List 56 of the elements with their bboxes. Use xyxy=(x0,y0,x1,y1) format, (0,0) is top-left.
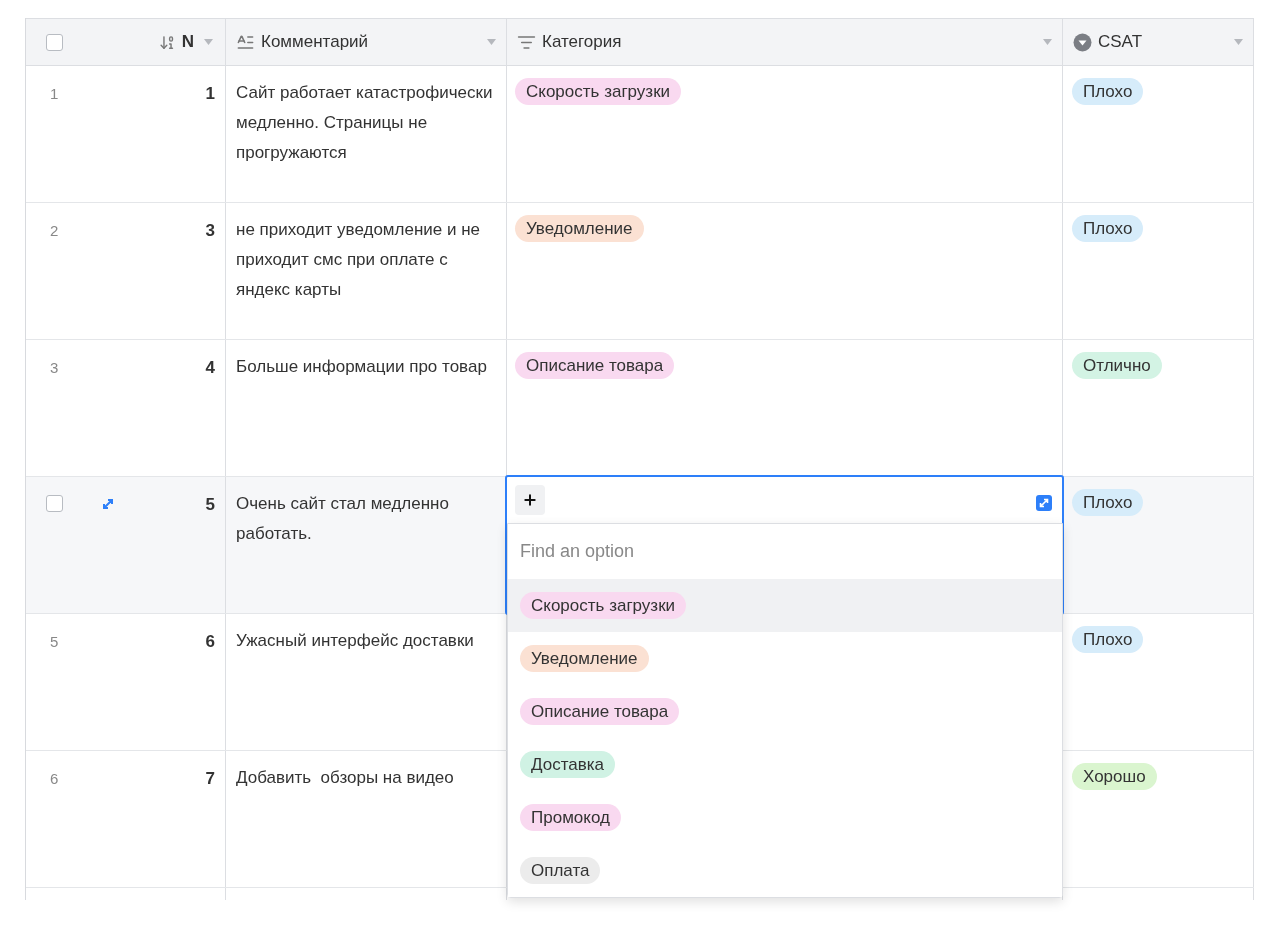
expand-icon[interactable] xyxy=(1036,495,1052,511)
tag: Плохо xyxy=(1072,489,1144,516)
option-item[interactable]: Уведомление xyxy=(508,632,1062,685)
tag: Отлично xyxy=(1072,352,1162,379)
table-cell-text: Больше информации про товар xyxy=(236,356,488,378)
option-item[interactable]: Описание товара xyxy=(508,685,1062,738)
row-number: 2 xyxy=(49,221,59,241)
tag: Промокод xyxy=(520,804,621,831)
checkbox[interactable] xyxy=(46,495,63,512)
option-item[interactable]: Скорость загрузки xyxy=(508,579,1062,632)
row-number: 5 xyxy=(49,632,59,652)
table-cell-text: 7 xyxy=(205,768,215,790)
tag: Хорошо xyxy=(1072,763,1157,790)
table-cell-text: Ужасный интерфейс доставки xyxy=(236,630,475,652)
sort-icon xyxy=(158,33,176,51)
tag: Уведомление xyxy=(515,215,644,242)
caret-icon[interactable] xyxy=(487,39,496,45)
column-header[interactable]: Комментарий xyxy=(261,29,369,55)
table-cell-text: 5 xyxy=(205,494,215,516)
tag: Плохо xyxy=(1072,215,1144,242)
table-cell-text: не приходит уведомление и не приходит смс при оплате с яндекс карты xyxy=(236,219,482,301)
option-item[interactable]: Доставка xyxy=(508,738,1062,791)
tag: Оплата xyxy=(520,857,601,884)
text-field-icon xyxy=(236,32,255,52)
add-button[interactable] xyxy=(515,485,545,515)
table-cell-text: Очень сайт стал медленно работать. xyxy=(236,493,450,545)
plus-icon xyxy=(522,492,538,508)
table-cell-text: Сайт работает катастрофически медленно. Страницы не прогружаются xyxy=(236,82,494,164)
table-cell-text: 4 xyxy=(205,357,215,379)
tag: Скорость загрузки xyxy=(515,78,682,105)
caret-icon[interactable] xyxy=(1234,39,1243,45)
table-cell-text: 1 xyxy=(205,83,215,105)
tag: Описание товара xyxy=(520,698,680,725)
row-number: 6 xyxy=(49,769,59,789)
tag: Плохо xyxy=(1072,626,1144,653)
checkbox[interactable] xyxy=(46,33,63,51)
tag: Уведомление xyxy=(520,645,649,672)
table-cell-text: 6 xyxy=(205,631,215,653)
expand-icon[interactable] xyxy=(101,496,115,511)
row-number: 3 xyxy=(49,358,59,378)
option-item[interactable]: Промокод xyxy=(508,791,1062,844)
option-item[interactable]: Оплата xyxy=(508,844,1062,897)
tag: Доставка xyxy=(520,751,615,778)
table-cell-text: Добавить обзоры на видео xyxy=(236,767,455,789)
search-field[interactable]: Find an option xyxy=(508,524,1062,579)
tag: Скорость загрузки xyxy=(520,592,687,619)
column-header[interactable]: N xyxy=(181,29,194,55)
table-cell-text: 3 xyxy=(205,220,215,242)
tag: Описание товара xyxy=(515,352,675,379)
caret-icon[interactable] xyxy=(204,39,213,45)
tag: Плохо xyxy=(1072,78,1144,105)
caret-icon[interactable] xyxy=(1043,39,1052,45)
column-header[interactable]: CSAT xyxy=(1098,29,1143,55)
row-number: 1 xyxy=(49,84,59,104)
column-header[interactable]: Категория xyxy=(542,29,622,55)
dropdown-field-icon xyxy=(1073,32,1092,52)
